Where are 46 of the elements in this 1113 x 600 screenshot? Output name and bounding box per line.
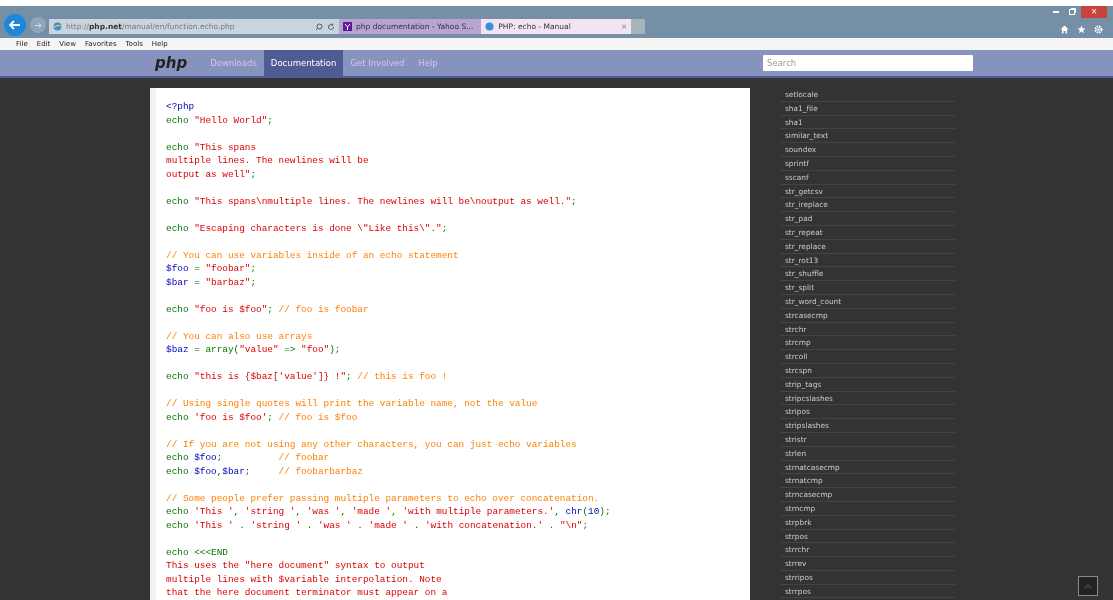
settings-icon[interactable]	[1094, 25, 1103, 34]
code-line: echo "This spans	[166, 140, 258, 154]
chevron-up-icon	[1084, 583, 1092, 589]
code-line: echo 'foo is $foo'; // foo is $foo	[166, 410, 359, 424]
code-line: multiple lines. The newlines will be	[166, 154, 370, 168]
code-line: This uses the "here document" syntax to output	[166, 559, 426, 573]
code-line: $bar = "barbaz";	[166, 275, 258, 289]
back-button[interactable]	[4, 14, 26, 36]
close-window-button[interactable]: ×	[1081, 6, 1107, 18]
code-line: echo $foo,$bar; // foobarbarbaz	[166, 464, 364, 478]
code-line: // If you are not using any other characters, you can just echo variables	[166, 437, 578, 451]
search-field[interactable]: Search	[763, 55, 973, 71]
code-line: echo "Hello World";	[166, 113, 274, 127]
code-line: // Using single quotes will print the variable name, not the value	[166, 397, 539, 411]
arrow-left-icon	[9, 20, 21, 30]
refresh-icon[interactable]	[327, 22, 335, 31]
minimize-icon	[1053, 10, 1059, 13]
nav-link[interactable]: Documentation	[263, 50, 344, 76]
code-line: // Some people prefer passing multiple parameters to echo over concatenation.	[166, 491, 601, 505]
page-icon	[485, 22, 495, 31]
code-line: output as well";	[166, 167, 258, 181]
code-line: echo "foo is $foo"; // foo is foobar	[166, 302, 370, 316]
code-line: // You can also use arrays	[166, 329, 314, 343]
y-logo-icon	[343, 22, 352, 31]
forward-button[interactable]	[30, 17, 46, 33]
arrow-right-icon	[34, 21, 42, 29]
search-icon[interactable]	[315, 22, 323, 31]
php-logo[interactable]: php	[155, 51, 188, 75]
code-line: echo "this is {$baz['value']} !"; // this is foo !	[166, 370, 449, 384]
code-line: multiple lines with $variable interpolation. Note	[166, 572, 443, 586]
code-line: echo 'This ' . 'string ' . 'was ' . 'made ' . 'with concatenation.' . "\n";	[166, 518, 590, 532]
code-line: // You can use variables inside of an echo statement	[166, 248, 460, 262]
code-line: echo "Escaping characters is done \"Like this\".";	[166, 221, 449, 235]
code-line: that the here document terminator must appear on a	[166, 586, 449, 600]
back-to-top-button[interactable]	[1078, 576, 1098, 596]
code-line: <?php	[166, 100, 196, 114]
code-line: $foo = "foobar";	[166, 262, 258, 276]
code-line: $baz = array("value" => "foo");	[166, 343, 342, 357]
code-line: echo $foo; // foobar	[166, 451, 331, 465]
home-icon[interactable]	[1060, 25, 1069, 34]
page-icon	[53, 22, 62, 31]
code-line: echo <<<END	[166, 545, 229, 559]
star-icon[interactable]	[1077, 25, 1086, 34]
code-line: echo 'This ', 'string ', 'was ', 'made ', 'with multiple parameters.', chr(10);	[166, 505, 612, 519]
restore-icon	[1069, 8, 1076, 15]
code-line: echo "This spans\nmultiple lines. The newlines will be\noutput as well.";	[166, 194, 578, 208]
